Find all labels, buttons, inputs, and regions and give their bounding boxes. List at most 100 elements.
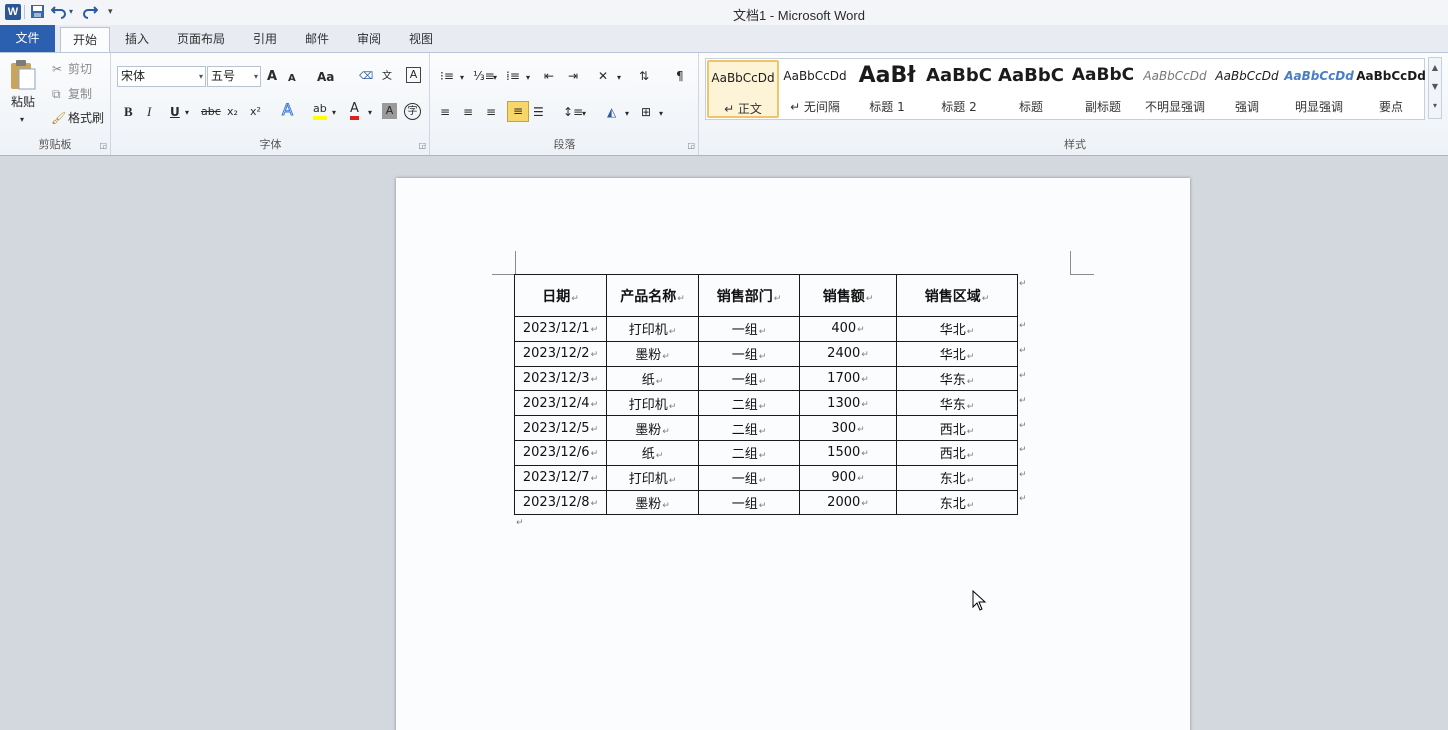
change-case-icon[interactable]: Aa — [317, 68, 334, 86]
table-cell[interactable]: 二组↵ — [698, 439, 800, 466]
table-cell[interactable]: 华东↵ — [896, 390, 1018, 417]
font-color-button[interactable]: A — [350, 102, 359, 120]
table-cell[interactable]: 二组↵ — [698, 415, 800, 441]
highlight-color-button[interactable]: ab — [313, 102, 327, 120]
font-launcher-icon[interactable]: ◲ — [418, 141, 426, 150]
font-name-combo[interactable]: 宋体 ▾ — [117, 66, 206, 87]
italic-button[interactable]: I — [147, 103, 151, 121]
line-spacing-dropdown-icon[interactable]: ▾ — [582, 105, 586, 123]
table-cell[interactable]: 2023/12/1↵ — [514, 316, 607, 342]
font-name-dropdown-icon[interactable]: ▾ — [199, 67, 203, 86]
show-marks-icon[interactable]: ¶ — [676, 67, 684, 85]
align-left-icon[interactable]: ≡ — [440, 103, 450, 121]
table-cell[interactable]: 一组↵ — [698, 316, 800, 342]
grow-font-icon[interactable]: A — [267, 68, 277, 86]
tab-view[interactable]: 视图 — [398, 27, 444, 52]
table-cell[interactable]: 一组↵ — [698, 340, 800, 367]
format-painter-icon[interactable]: 🖌 — [51, 109, 66, 127]
cut-icon[interactable]: ✂ — [52, 60, 62, 78]
table-cell[interactable]: 2000↵ — [799, 489, 897, 516]
table-cell[interactable]: 打印机↵ — [606, 464, 699, 491]
table-cell[interactable]: 西北↵ — [896, 415, 1018, 441]
distributed-icon[interactable]: ☰ — [533, 103, 544, 121]
bullets-dropdown-icon[interactable]: ▾ — [460, 69, 464, 87]
table-header-cell[interactable]: 销售额↵ — [799, 274, 897, 317]
table-cell[interactable]: 2023/12/6↵ — [514, 439, 607, 466]
table-cell[interactable]: 一组↵ — [698, 489, 800, 516]
format-painter-button[interactable]: 格式刷 — [68, 109, 104, 127]
phonetic-guide-icon[interactable]: 文 — [382, 68, 392, 86]
table-cell[interactable]: 900↵ — [799, 464, 897, 491]
table-cell[interactable]: 2023/12/7↵ — [514, 464, 607, 491]
table-cell[interactable]: 300↵ — [799, 415, 897, 441]
styles-gallery-scroll[interactable]: ▲ ▼ ▾ — [1428, 57, 1442, 119]
multilevel-list-icon[interactable]: ⁞≡ — [506, 67, 520, 85]
sales-table[interactable]: 日期↵ 产品名称↵ 销售部门↵ 销售额↵ 销售区域↵ 2023/12/1↵ 打印机↵ 一组↵… — [514, 274, 1018, 516]
font-size-dropdown-icon[interactable]: ▾ — [254, 67, 258, 86]
copy-icon[interactable]: ⧉ — [52, 85, 61, 103]
decrease-indent-icon[interactable]: ⇤ — [544, 67, 554, 85]
style-subtitle[interactable]: AaBbC 副标题 — [1067, 60, 1139, 118]
font-size-combo[interactable]: 五号 ▾ — [207, 66, 261, 87]
table-header-cell[interactable]: 销售区域↵ — [896, 274, 1018, 317]
table-header-cell[interactable]: 产品名称↵ — [606, 274, 699, 317]
tab-mailings[interactable]: 邮件 — [294, 27, 340, 52]
cut-button[interactable]: 剪切 — [68, 60, 92, 78]
tab-page-layout[interactable]: 页面布局 — [168, 27, 234, 52]
table-cell[interactable]: 东北↵ — [896, 489, 1018, 516]
style-no-spacing[interactable]: AaBbCcDd ↵ 无间隔 — [779, 60, 851, 118]
gallery-more-icon[interactable]: ▾ — [1429, 96, 1441, 115]
borders-icon[interactable]: ⊞ — [641, 103, 651, 121]
bold-button[interactable]: B — [124, 103, 133, 121]
clear-format-icon[interactable]: ⌫ — [359, 68, 373, 86]
numbering-dropdown-icon[interactable]: ▾ — [493, 69, 497, 87]
table-cell[interactable]: 打印机↵ — [606, 316, 699, 342]
strikethrough-button[interactable]: abc — [201, 103, 221, 121]
font-color-dropdown-icon[interactable]: ▾ — [368, 104, 372, 122]
table-header-cell[interactable]: 销售部门↵ — [698, 274, 800, 317]
style-intense-emphasis[interactable]: AaBbCcDd 明显强调 — [1283, 60, 1355, 118]
underline-dropdown-icon[interactable]: ▾ — [185, 104, 189, 122]
table-cell[interactable]: 2023/12/3↵ — [514, 365, 607, 392]
table-cell[interactable]: 东北↵ — [896, 464, 1018, 491]
text-effects-button[interactable]: A — [282, 100, 294, 119]
line-spacing-icon[interactable]: ↕≡ — [563, 103, 583, 121]
style-subtle-emphasis[interactable]: AaBbCcDd 不明显强调 — [1139, 60, 1211, 118]
paste-button[interactable]: 粘贴 — [11, 93, 35, 111]
shading-icon[interactable]: ◭ — [607, 103, 616, 121]
char-border-icon[interactable]: A — [406, 67, 421, 83]
paste-dropdown-icon[interactable]: ▾ — [20, 111, 24, 129]
table-cell[interactable]: 华北↵ — [896, 340, 1018, 367]
table-cell[interactable]: 打印机↵ — [606, 390, 699, 417]
borders-dropdown-icon[interactable]: ▾ — [659, 105, 663, 123]
table-cell[interactable]: 华东↵ — [896, 365, 1018, 392]
table-cell[interactable]: 墨粉↵ — [606, 340, 699, 367]
char-shading-button[interactable]: A — [382, 103, 397, 119]
table-cell[interactable]: 400↵ — [799, 316, 897, 342]
justify-icon[interactable]: ≡ — [507, 101, 529, 122]
table-cell[interactable]: 华北↵ — [896, 316, 1018, 342]
chinese-layout-icon[interactable]: ✕ — [598, 67, 608, 85]
tab-review[interactable]: 审阅 — [346, 27, 392, 52]
align-right-icon[interactable]: ≡ — [486, 103, 496, 121]
chinese-layout-dropdown-icon[interactable]: ▾ — [617, 69, 621, 87]
gallery-up-icon[interactable]: ▲ — [1429, 58, 1441, 77]
table-cell[interactable]: 二组↵ — [698, 390, 800, 417]
shading-dropdown-icon[interactable]: ▾ — [625, 105, 629, 123]
table-cell[interactable]: 墨粉↵ — [606, 489, 699, 516]
gallery-down-icon[interactable]: ▼ — [1429, 77, 1441, 96]
document-page[interactable]: 日期↵ 产品名称↵ 销售部门↵ 销售额↵ 销售区域↵ 2023/12/1↵ 打印机↵ 一组↵… — [396, 178, 1190, 730]
tab-file[interactable]: 文件 — [0, 25, 55, 52]
multilevel-dropdown-icon[interactable]: ▾ — [526, 69, 530, 87]
table-cell[interactable]: 2023/12/5↵ — [514, 415, 607, 441]
paragraph-launcher-icon[interactable]: ◲ — [687, 141, 695, 150]
paste-icon[interactable] — [9, 59, 37, 94]
numbering-icon[interactable]: ⅓≡ — [473, 67, 495, 85]
table-cell[interactable]: 1300↵ — [799, 390, 897, 417]
subscript-button[interactable]: x₂ — [227, 103, 238, 121]
style-heading-1[interactable]: AaBł 标题 1 — [851, 60, 923, 118]
table-cell[interactable]: 纸↵ — [606, 439, 699, 466]
tab-insert[interactable]: 插入 — [114, 27, 160, 52]
tab-references[interactable]: 引用 — [242, 27, 288, 52]
sort-icon[interactable]: ⇅ — [639, 67, 649, 85]
